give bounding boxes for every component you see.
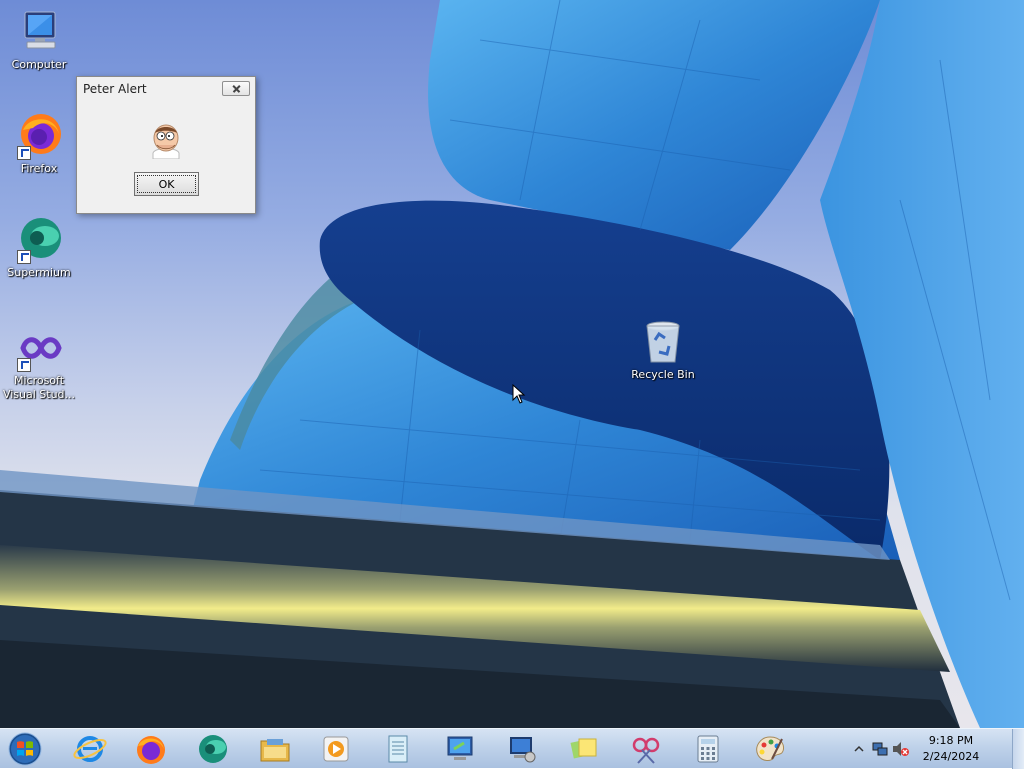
desktop[interactable]: Computer Firefox Supermium Microsoft Vis… xyxy=(0,0,1024,728)
clock[interactable]: 9:18 PM 2/24/2024 xyxy=(916,733,986,765)
shortcut-arrow-icon xyxy=(17,250,31,264)
mouse-cursor-icon xyxy=(512,384,526,404)
desktop-icon-recycle-bin[interactable]: Recycle Bin xyxy=(625,318,701,382)
windows-logo-icon xyxy=(8,732,42,766)
desktop-icon-label: Computer xyxy=(11,58,67,71)
remote-desktop-icon xyxy=(447,736,473,760)
firefox-icon xyxy=(137,736,165,764)
clock-time: 9:18 PM xyxy=(928,734,974,747)
computer-icon xyxy=(15,8,63,56)
shortcut-arrow-icon xyxy=(17,358,31,372)
shortcut-arrow-icon xyxy=(17,146,31,160)
taskbar-supermium[interactable] xyxy=(193,731,233,767)
firefox-icon xyxy=(15,112,63,160)
taskbar-media-player[interactable] xyxy=(316,731,356,767)
taskbar-firefox[interactable] xyxy=(131,731,171,767)
desktop-icon-label: Recycle Bin xyxy=(631,368,695,381)
peter-alert-dialog[interactable]: Peter Alert OK xyxy=(76,76,256,214)
clock-date: 2/24/2024 xyxy=(922,750,980,763)
taskbar[interactable]: 9:18 PM 2/24/2024 xyxy=(0,728,1024,769)
network-computer-icon xyxy=(510,737,536,763)
calculator-icon xyxy=(697,735,719,763)
show-desktop-button[interactable] xyxy=(1012,729,1024,769)
taskbar-remote-desktop[interactable] xyxy=(440,731,480,767)
recycle-bin-icon xyxy=(639,318,687,366)
peter-face-icon xyxy=(149,123,183,160)
desktop-icon-label: Firefox xyxy=(20,162,58,175)
visual-studio-icon xyxy=(15,324,63,372)
ie-icon xyxy=(73,736,107,762)
desktop-icon-label-line2: Visual Stud... xyxy=(2,388,76,401)
desktop-icon-visual-studio[interactable]: Microsoft Visual Stud... xyxy=(1,324,77,402)
taskbar-notepad[interactable] xyxy=(378,731,418,767)
supermium-icon xyxy=(15,216,63,264)
taskbar-internet-explorer[interactable] xyxy=(70,731,110,767)
desktop-icon-firefox[interactable]: Firefox xyxy=(1,112,77,176)
folder-icon xyxy=(260,739,290,762)
taskbar-paint[interactable] xyxy=(750,731,790,767)
ok-button[interactable]: OK xyxy=(134,172,199,196)
paint-palette-icon xyxy=(756,736,784,761)
notepad-icon xyxy=(388,735,408,763)
taskbar-network-computer[interactable] xyxy=(502,731,542,767)
taskbar-file-explorer[interactable] xyxy=(255,731,295,767)
desktop-icon-label: Supermium xyxy=(7,266,71,279)
show-hidden-icons-chevron-icon[interactable] xyxy=(854,743,864,757)
system-tray: 9:18 PM 2/24/2024 xyxy=(842,729,1012,769)
desktop-icon-supermium[interactable]: Supermium xyxy=(1,216,77,280)
close-button[interactable] xyxy=(222,81,250,96)
taskbar-sticky-notes[interactable] xyxy=(564,731,604,767)
sticky-notes-icon xyxy=(570,738,597,759)
network-icon[interactable] xyxy=(872,741,888,760)
dialog-titlebar[interactable]: Peter Alert xyxy=(77,77,255,101)
desktop-icon-computer[interactable]: Computer xyxy=(1,8,77,72)
taskbar-calculator[interactable] xyxy=(688,731,728,767)
taskbar-snipping-tool[interactable] xyxy=(626,731,666,767)
volume-muted-icon[interactable] xyxy=(892,741,910,760)
desktop-icon-label-line1: Microsoft xyxy=(13,374,65,387)
media-player-icon xyxy=(323,736,349,762)
scissors-icon xyxy=(632,737,660,764)
start-button[interactable] xyxy=(6,731,44,767)
supermium-icon xyxy=(199,735,227,763)
dialog-title: Peter Alert xyxy=(83,82,147,96)
